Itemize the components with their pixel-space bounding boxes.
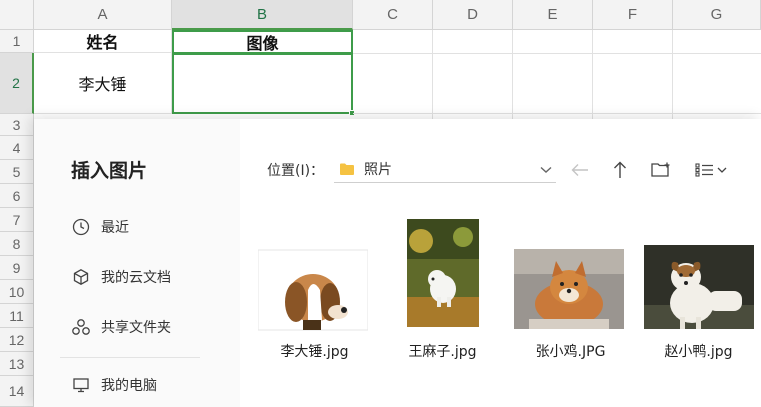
nav-item-label: 最近 xyxy=(101,220,129,236)
clock-icon xyxy=(71,217,91,237)
thumbnail-beagle xyxy=(258,249,368,331)
cell-b2-active[interactable] xyxy=(172,53,353,114)
monitor-icon xyxy=(71,375,91,395)
file-item[interactable]: 赵小鸭.jpg xyxy=(636,217,761,360)
location-dropdown[interactable]: 照片 xyxy=(334,155,556,183)
nav-item-label: 共享文件夹 xyxy=(101,320,171,336)
cell-b1[interactable]: 图像 xyxy=(172,30,353,53)
nav-item-my-computer[interactable]: 我的电脑 xyxy=(71,372,157,398)
insert-picture-dialog: 插入图片 最近 我的云文档 共享文件夹 我的电脑 位置(I)： 照片 李大锤.j… xyxy=(34,119,761,407)
nav-item-label: 我的电脑 xyxy=(101,378,157,394)
column-header-b[interactable]: B xyxy=(172,0,353,30)
file-name: 王麻子.jpg xyxy=(408,344,477,360)
thumbnail-shiba xyxy=(514,249,624,329)
row-header-12[interactable]: 12 xyxy=(0,328,34,352)
folder-icon xyxy=(340,163,354,175)
column-header-d[interactable]: D xyxy=(433,0,513,30)
row-header-5[interactable]: 5 xyxy=(0,160,34,184)
gridline xyxy=(592,30,593,119)
row-header-3[interactable]: 3 xyxy=(0,114,34,136)
nav-item-shared-folder[interactable]: 共享文件夹 xyxy=(71,314,171,340)
location-value: 照片 xyxy=(364,161,392,178)
select-all-corner[interactable] xyxy=(0,0,34,30)
file-item[interactable]: 张小鸡.JPG xyxy=(508,217,633,360)
column-header-f[interactable]: F xyxy=(593,0,673,30)
column-header-e[interactable]: E xyxy=(513,0,593,30)
gridline xyxy=(512,30,513,119)
file-grid: 李大锤.jpg 王麻子.jpg 张小鸡.JPG 赵小鸭.jpg xyxy=(252,217,761,367)
cube-icon xyxy=(71,267,91,287)
nav-item-my-cloud-docs[interactable]: 我的云文档 xyxy=(71,264,171,290)
thumbnail-poodle xyxy=(406,219,479,327)
gridline xyxy=(672,30,673,119)
row-header-1[interactable]: 1 xyxy=(0,30,34,53)
row-header-14[interactable]: 14 xyxy=(0,376,34,407)
new-folder-icon[interactable] xyxy=(648,157,674,183)
row-header-4[interactable]: 4 xyxy=(0,136,34,160)
column-header-g[interactable]: G xyxy=(673,0,761,30)
file-name: 张小鸡.JPG xyxy=(535,344,606,360)
gridline xyxy=(432,30,433,119)
gridline xyxy=(353,53,761,54)
thumbnail-puppy xyxy=(644,245,754,329)
dialog-title: 插入图片 xyxy=(71,160,148,182)
up-arrow-icon[interactable] xyxy=(607,157,633,183)
cell-a2[interactable]: 李大锤 xyxy=(34,53,172,114)
sidebar-divider xyxy=(60,357,200,358)
file-name: 李大锤.jpg xyxy=(280,344,349,360)
gridline xyxy=(353,113,761,114)
dialog-sidebar: 插入图片 最近 我的云文档 共享文件夹 我的电脑 xyxy=(34,119,240,407)
cell-a1[interactable]: 姓名 xyxy=(34,30,172,53)
file-item[interactable]: 王麻子.jpg xyxy=(380,217,505,360)
column-header-a[interactable]: A xyxy=(34,0,172,30)
view-options-icon[interactable] xyxy=(691,157,733,183)
row-header-13[interactable]: 13 xyxy=(0,352,34,376)
column-header-c[interactable]: C xyxy=(353,0,433,30)
row-header-8[interactable]: 8 xyxy=(0,232,34,256)
file-item[interactable]: 李大锤.jpg xyxy=(252,217,377,360)
row-header-10[interactable]: 10 xyxy=(0,280,34,304)
share-icon xyxy=(71,317,91,337)
row-header-6[interactable]: 6 xyxy=(0,184,34,208)
row-header-7[interactable]: 7 xyxy=(0,208,34,232)
chevron-down-icon xyxy=(540,162,552,178)
nav-item-recent[interactable]: 最近 xyxy=(71,214,129,240)
file-name: 赵小鸭.jpg xyxy=(664,344,733,360)
row-header-11[interactable]: 11 xyxy=(0,304,34,328)
back-arrow-icon[interactable] xyxy=(567,157,593,183)
location-label: 位置(I)： xyxy=(267,163,325,179)
row-header-2[interactable]: 2 xyxy=(0,53,34,114)
nav-item-label: 我的云文档 xyxy=(101,270,171,286)
row-header-9[interactable]: 9 xyxy=(0,256,34,280)
